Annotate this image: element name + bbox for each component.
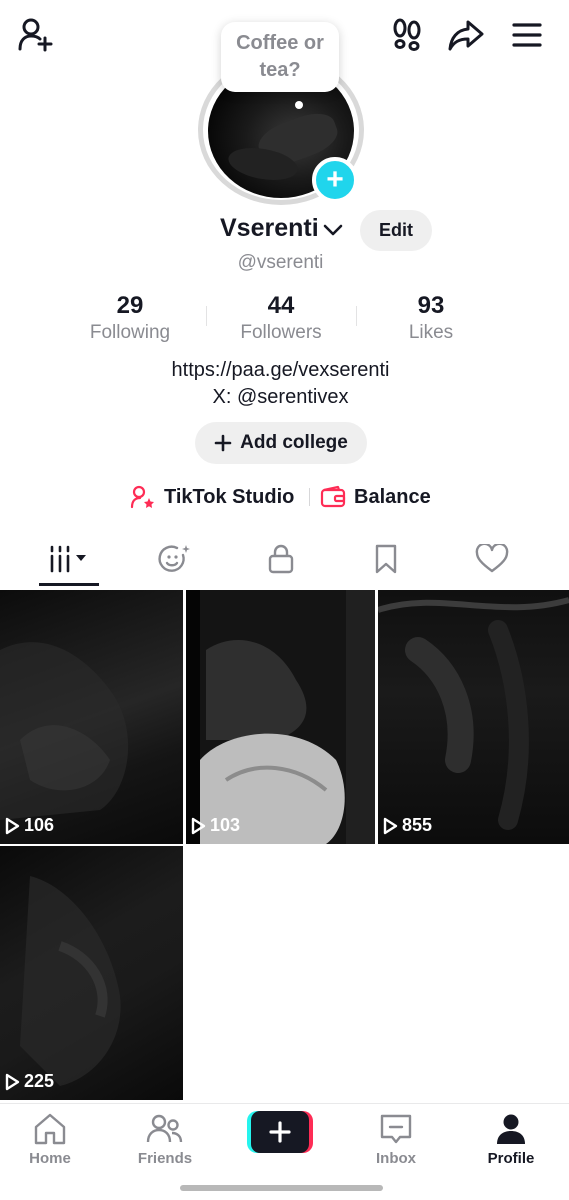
view-count-label: 106 [24,815,55,835]
share-button[interactable] [444,14,488,56]
balance-link[interactable]: Balance [320,482,431,512]
nav-inbox[interactable]: Inbox [346,1112,446,1167]
wallet-icon [320,485,346,508]
nav-home[interactable]: Home [0,1112,100,1167]
home-indicator [180,1185,383,1191]
tab-videos[interactable] [14,532,124,586]
bookmark-icon [375,544,397,574]
add-college-button[interactable]: Add college [195,422,367,464]
bio-text: X: @serentivex [212,386,349,408]
tiktok-studio-label: TikTok Studio [164,485,295,508]
tools-divider [309,488,310,506]
plus-icon: + [326,163,344,196]
view-count-label: 103 [210,815,241,835]
create-button[interactable] [247,1111,313,1153]
nav-profile-label: Profile [487,1150,535,1167]
following-label: Following [89,322,171,343]
display-name[interactable]: Vserenti [220,214,319,243]
share-arrow-icon [448,20,484,51]
followers-label: Followers [240,322,322,343]
video-tile[interactable]: 855 [378,590,569,844]
balance-label: Balance [354,485,431,508]
hamburger-menu-icon [512,23,542,47]
nav-home-label: Home [29,1150,71,1167]
add-college-label: Add college [240,432,348,453]
play-icon [5,1073,20,1090]
view-count: 855 [382,815,432,836]
plus-icon [214,434,232,452]
likes-count: 93 [417,292,445,319]
video-thumbnail [186,590,375,844]
person-plus-icon [18,18,53,52]
video-thumbnail [20,876,121,1086]
lock-icon [268,544,294,574]
grid-bars-icon [50,545,86,573]
tab-private[interactable] [226,532,336,586]
play-icon [191,817,206,834]
profile-icon [497,1114,525,1144]
video-tile[interactable]: 225 [0,846,183,1100]
chevron-down-icon[interactable] [322,220,344,240]
view-count-label: 855 [402,815,433,835]
create-plus-icon [269,1121,291,1143]
menu-button[interactable] [506,14,548,56]
play-icon [383,817,398,834]
home-icon [34,1113,66,1145]
bio-link[interactable]: https://paa.ge/vexserenti [0,359,561,382]
video-tile[interactable]: 103 [186,590,375,844]
edit-profile-button[interactable]: Edit [360,210,432,251]
add-avatar-plus-button[interactable]: + [312,157,358,203]
view-count: 106 [4,815,54,836]
tab-reposts[interactable] [120,532,230,586]
active-tab-indicator [39,583,99,586]
view-count: 225 [4,1071,54,1092]
note-bubble[interactable]: Coffee or tea? [221,22,339,92]
followers-count: 44 [267,292,295,319]
footprints-button[interactable] [386,14,428,56]
video-thumbnail [0,642,129,820]
heart-icon [475,544,509,573]
view-count: 103 [190,815,240,836]
following-count: 29 [116,292,144,319]
view-count-label: 225 [24,1071,55,1091]
stat-likes[interactable]: 93 Likes [356,292,506,346]
video-tile[interactable]: 106 [0,590,183,844]
profile-tabs [0,532,569,588]
nav-profile[interactable]: Profile [461,1112,561,1167]
face-sparkle-icon [158,545,190,572]
likes-label: Likes [408,322,454,343]
note-text: Coffee or tea? [236,32,324,81]
add-friend-button[interactable] [14,14,56,56]
nav-friends[interactable]: Friends [115,1112,215,1167]
username-handle: @vserenti [237,252,324,273]
footprints-icon [393,18,421,51]
tiktok-studio-link[interactable]: TikTok Studio [130,482,294,512]
tab-favorites[interactable] [331,532,441,586]
bubble-tail-dot [295,101,303,109]
tab-liked[interactable] [437,532,547,586]
play-icon [5,817,20,834]
stat-followers[interactable]: 44 Followers [206,292,356,346]
stat-following[interactable]: 29 Following [55,292,205,346]
inbox-icon [380,1114,412,1144]
person-star-icon [130,485,154,509]
friends-icon [146,1114,183,1143]
nav-inbox-label: Inbox [376,1150,416,1167]
video-thumbnail [378,597,569,830]
nav-friends-label: Friends [137,1150,193,1167]
